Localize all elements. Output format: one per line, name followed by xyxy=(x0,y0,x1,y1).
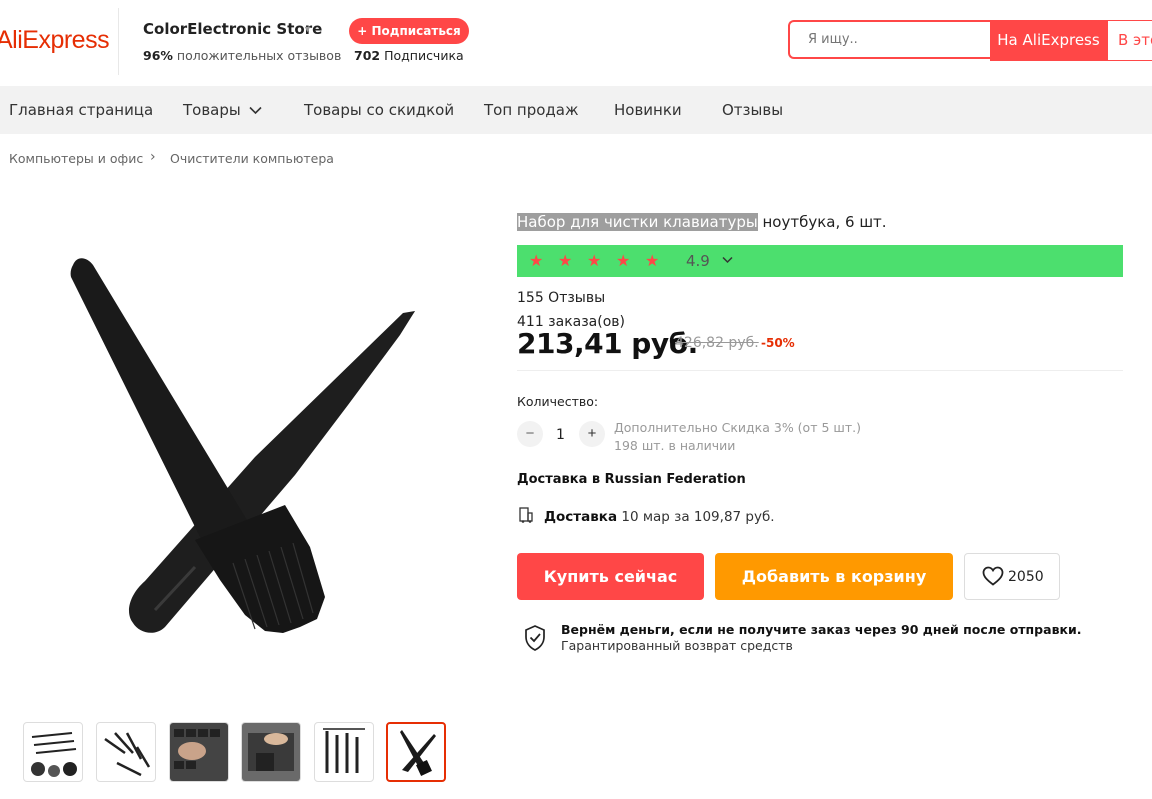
subscribers-number: 702 xyxy=(354,48,381,63)
buy-now-button[interactable]: Купить сейчас xyxy=(517,553,704,600)
search-aliexpress-button[interactable]: На AliExpress xyxy=(990,20,1107,61)
nav-new[interactable]: Новинки xyxy=(614,101,682,119)
thumbnail-3[interactable] xyxy=(169,722,229,782)
thumbnail-1[interactable] xyxy=(23,722,83,782)
thumbnail-image xyxy=(323,728,365,773)
extra-discount-note: Дополнительно Скидка 3% (от 5 шт.) xyxy=(614,420,861,435)
star-icon: ★ xyxy=(558,253,573,270)
search-store-button[interactable]: В этом xyxy=(1107,20,1152,61)
thumbnail-image xyxy=(242,723,300,781)
stock-available: 198 шт. в наличии xyxy=(614,438,736,453)
breadcrumb-computers[interactable]: Компьютеры и офис xyxy=(9,151,143,166)
shipping-destination[interactable]: Доставка в Russian Federation xyxy=(517,472,746,487)
thumbnail-image xyxy=(400,730,436,776)
thumbnail-2[interactable] xyxy=(96,722,156,782)
store-header: AliExpress ColorElectronic Store ▼ 96% п… xyxy=(0,0,1152,86)
quantity-label: Количество: xyxy=(517,394,599,409)
thumbnail-image xyxy=(170,723,228,781)
positive-feedback-pct: 96% xyxy=(143,48,173,63)
store-name[interactable]: ColorElectronic Store xyxy=(143,20,322,38)
breadcrumb-separator: › xyxy=(150,149,156,165)
quantity-decrease-button[interactable]: − xyxy=(517,421,543,447)
wishlist-count: 2050 xyxy=(1008,569,1044,585)
heart-icon xyxy=(982,566,1004,586)
thumbnail-4[interactable] xyxy=(241,722,301,782)
thumbnail-6[interactable] xyxy=(386,722,446,782)
guarantee-subtitle: Гарантированный возврат средств xyxy=(561,638,793,653)
reviews-count[interactable]: 155 Отзывы xyxy=(517,290,605,306)
rating-value: 4.9 xyxy=(686,252,710,270)
positive-feedback-label: положительных отзывов xyxy=(176,48,342,63)
quantity-increase-button[interactable]: + xyxy=(579,421,605,447)
shield-check-icon xyxy=(525,625,545,651)
star-icon: ★ xyxy=(587,253,602,270)
nav-products[interactable]: Товары xyxy=(183,101,262,119)
quantity-value[interactable]: 1 xyxy=(556,427,565,443)
product-title-rest: ноутбука, 6 шт. xyxy=(757,213,887,231)
product-main-image[interactable] xyxy=(55,235,445,655)
breadcrumb-cleaners[interactable]: Очистители компьютера xyxy=(170,151,334,166)
nav-home[interactable]: Главная страница xyxy=(9,101,153,119)
subscribers-count: 702 Подписчика xyxy=(354,48,464,63)
nav-discounted[interactable]: Товары со скидкой xyxy=(304,101,454,119)
store-nav: Главная страница Товары Товары со скидко… xyxy=(0,86,1152,134)
nav-reviews[interactable]: Отзывы xyxy=(722,101,783,119)
nav-products-label: Товары xyxy=(183,101,241,119)
chevron-down-icon xyxy=(248,106,262,115)
header-divider xyxy=(118,8,119,75)
thumbnail-image xyxy=(104,732,151,777)
thumbnail-5[interactable] xyxy=(314,722,374,782)
nav-top-sales[interactable]: Топ продаж xyxy=(484,101,579,119)
delivery-icon xyxy=(519,507,533,523)
divider xyxy=(517,370,1123,371)
add-to-cart-button[interactable]: Добавить в корзину xyxy=(715,553,953,600)
thumbnail-image xyxy=(31,732,77,777)
product-title: Набор для чистки клавиатуры ноутбука, 6 … xyxy=(517,213,887,231)
positive-feedback: 96% положительных отзывов xyxy=(143,48,341,63)
subscribe-button[interactable]: + Подписаться xyxy=(349,18,469,44)
chevron-down-icon[interactable]: ▼ xyxy=(303,24,312,34)
rating-bar[interactable]: ★ ★ ★ ★ ★ 4.9 xyxy=(517,245,1123,277)
product-title-highlight: Набор для чистки клавиатуры xyxy=(517,213,758,231)
wishlist-button[interactable]: 2050 xyxy=(964,553,1060,600)
shipping-label: Доставка xyxy=(544,509,618,525)
aliexpress-logo[interactable]: AliExpress xyxy=(0,26,110,55)
discount-badge: -50% xyxy=(761,336,795,350)
guarantee-title: Вернём деньги, если не получите заказ че… xyxy=(561,622,1082,637)
old-price: 426,82 руб. xyxy=(675,335,759,351)
current-price: 213,41 руб. xyxy=(517,327,698,360)
shipping-detail: 10 мар за 109,87 руб. xyxy=(617,509,775,525)
shipping-info: Доставка 10 мар за 109,87 руб. xyxy=(544,509,775,525)
search-input[interactable] xyxy=(788,20,991,59)
star-icon: ★ xyxy=(616,253,631,270)
star-icon: ★ xyxy=(645,253,660,270)
star-icon: ★ xyxy=(529,253,544,270)
subscribers-label: Подписчика xyxy=(384,48,464,63)
chevron-down-icon[interactable] xyxy=(722,256,733,264)
